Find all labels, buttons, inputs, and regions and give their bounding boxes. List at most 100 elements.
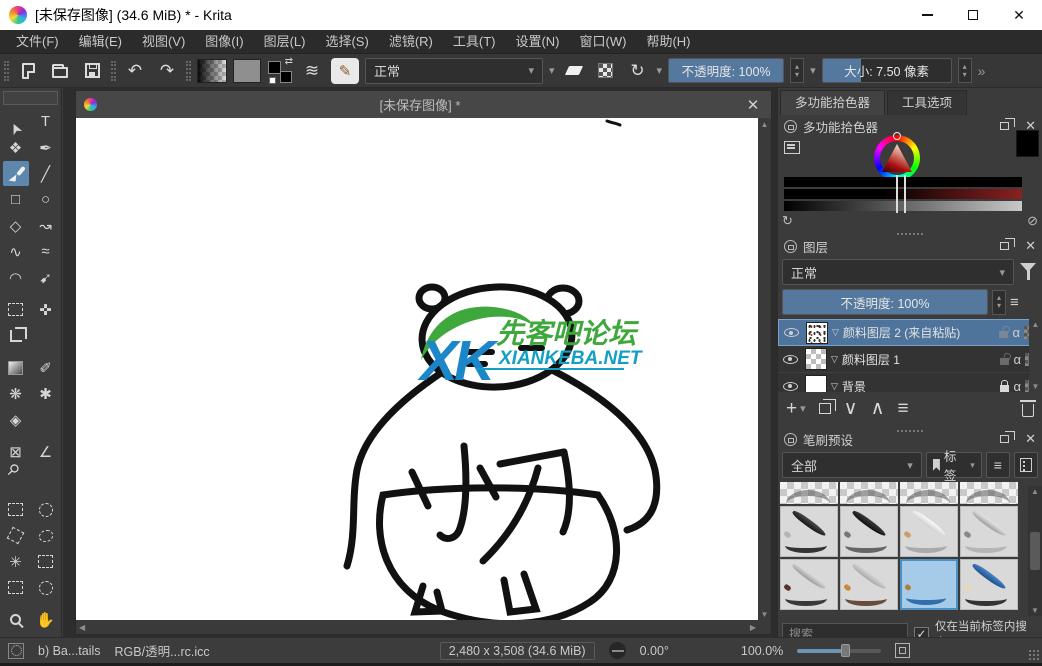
add-layer-button[interactable]: +	[786, 398, 797, 420]
scrollbar-thumb[interactable]	[1030, 532, 1040, 570]
scroll-down-icon[interactable]: ▼	[761, 610, 769, 619]
brush-preset-silver-pen[interactable]	[960, 506, 1018, 557]
edit-brush-settings-button[interactable]: ✎	[331, 57, 359, 84]
close-button[interactable]: ✕	[996, 0, 1042, 30]
float-panel-icon[interactable]	[1000, 238, 1016, 250]
similar-select-tool[interactable]: ✳	[3, 549, 29, 574]
brush-grid-scrollbar[interactable]: ▲ ▼	[1028, 486, 1042, 616]
menu-item[interactable]: 图像(I)	[195, 30, 253, 54]
redo-button[interactable]: ↷	[154, 57, 180, 85]
brush-preset-marker[interactable]	[840, 506, 898, 557]
menu-item[interactable]: 文件(F)	[6, 30, 69, 54]
horizontal-scrollbar[interactable]: ◀ ▶	[76, 620, 759, 634]
layer-thumbnail[interactable]	[805, 348, 827, 370]
brush-size-slider[interactable]: 大小: 7.50 像素	[821, 58, 952, 83]
dock-tab[interactable]: 多功能拾色器	[780, 90, 886, 115]
ellipse-select-tool[interactable]	[33, 497, 59, 522]
minimize-button[interactable]	[904, 0, 950, 30]
layer-opacity-spinbox[interactable]: ▴ ▾	[992, 289, 1006, 315]
scroll-right-icon[interactable]: ▶	[750, 623, 756, 632]
opacity-spinbox[interactable]: ▴ ▾	[790, 58, 805, 83]
polyline-tool[interactable]: ↝	[33, 213, 59, 238]
freehand-select-tool[interactable]	[33, 523, 59, 548]
dynamic-brush-tool[interactable]: ◠	[3, 265, 29, 290]
zoom-slider[interactable]	[797, 643, 882, 657]
gradient-tool[interactable]	[3, 355, 29, 380]
move-layer-down-button[interactable]: ∨	[844, 397, 858, 420]
eraser-mode-button[interactable]	[561, 57, 587, 85]
brush-preset-fineliner[interactable]	[900, 506, 958, 557]
spin-down-icon[interactable]: ▾	[795, 70, 799, 79]
calligraphy-tool[interactable]: ✒	[33, 135, 59, 160]
layer-thumbnail[interactable]	[806, 321, 828, 344]
layer-name[interactable]: 颜料图层 1	[842, 351, 997, 368]
menu-item[interactable]: 设置(N)	[505, 30, 569, 54]
subwindow-close-button[interactable]: ✕	[743, 96, 763, 114]
brush-preset-watercolor[interactable]	[900, 559, 958, 610]
blending-mode-combo[interactable]: 正常 ▾	[365, 57, 543, 84]
layer-opacity-slider[interactable]: 不透明度: 100%	[782, 289, 988, 315]
layer-row[interactable]: ▽ 背景 α	[778, 373, 1042, 392]
open-document-button[interactable]	[47, 57, 73, 85]
gradient-chooser-swatch[interactable]	[197, 58, 227, 83]
new-document-button[interactable]	[15, 57, 41, 85]
menu-item[interactable]: 滤镜(R)	[379, 30, 443, 54]
crop-tool[interactable]	[3, 323, 29, 348]
text-tool[interactable]: T	[33, 109, 59, 134]
scroll-up-icon[interactable]: ▲	[1031, 487, 1039, 496]
panel-lock-icon[interactable]	[784, 119, 797, 133]
vertical-scrollbar[interactable]: ▲ ▼	[758, 118, 771, 621]
detail-view-button[interactable]	[1013, 452, 1039, 478]
polygon-tool[interactable]: ◇	[3, 213, 29, 238]
layer-properties-button[interactable]: ≡	[897, 398, 908, 420]
menu-item[interactable]: 编辑(E)	[69, 30, 132, 54]
transform-tool[interactable]	[3, 297, 29, 322]
smart-patch-tool[interactable]: ✱	[33, 381, 59, 406]
subwindow-title-bar[interactable]: [未保存图像] * ✕	[76, 91, 771, 118]
brush-preset-ink-pen[interactable]	[780, 506, 838, 557]
layer-name[interactable]: 颜料图层 2 (来自粘贴)	[843, 324, 996, 341]
pattern-chooser-swatch[interactable]	[233, 58, 261, 83]
reload-preset-button[interactable]: ↻	[625, 57, 651, 85]
magnetic-select-tool[interactable]	[33, 575, 59, 600]
zoom-slider-thumb[interactable]	[840, 643, 850, 657]
layer-thumbnail[interactable]	[805, 375, 827, 392]
scroll-down-icon[interactable]: ▼	[1032, 382, 1040, 391]
selection-mode-icon[interactable]	[8, 642, 24, 659]
brush-preview-icon[interactable]	[608, 642, 626, 659]
freehand-path-tool[interactable]: ≈	[33, 239, 59, 264]
line-tool[interactable]: ╱	[33, 161, 59, 186]
blend-extra-dropdown[interactable]: ▾	[549, 64, 555, 77]
spin-down-icon[interactable]: ▾	[997, 302, 1001, 310]
toolbar-grip[interactable]	[111, 60, 116, 81]
panel-lock-icon[interactable]	[784, 432, 797, 446]
window-resize-grip[interactable]	[1028, 649, 1040, 661]
blocked-icon[interactable]: ⊘	[1027, 213, 1038, 229]
freehand-brush-tool[interactable]	[2, 161, 29, 186]
undo-button[interactable]: ↶	[122, 57, 148, 85]
canvas-rotation[interactable]: 0.00°	[640, 644, 669, 658]
title-bar[interactable]: [未保存图像] (34.6 MiB) * - Krita ✕	[0, 0, 1042, 30]
dock-tab[interactable]: 工具选项	[887, 90, 968, 115]
background-color-swatch[interactable]	[280, 70, 292, 83]
layer-alpha-lock-icon[interactable]: α	[1012, 325, 1020, 340]
opacity-dropdown[interactable]: ▾	[810, 64, 816, 77]
colorize-mask-tool[interactable]: ❋	[3, 381, 29, 406]
measure-tool[interactable]: ∠	[33, 439, 59, 464]
bezier-curve-tool[interactable]: ∿	[3, 239, 29, 264]
layer-blending-mode-combo[interactable]: 正常 ▾	[782, 259, 1014, 285]
reference-images-tool[interactable]: ⚲	[0, 459, 34, 495]
layer-row[interactable]: ▽ 颜料图层 2 (来自粘贴) α	[778, 319, 1042, 346]
close-panel-icon[interactable]: ✕	[1025, 431, 1036, 447]
choose-brush-preset-button[interactable]: ≋	[299, 57, 325, 85]
duplicate-layer-button[interactable]	[818, 399, 836, 414]
rect-select-tool[interactable]	[3, 497, 29, 522]
save-button[interactable]	[79, 57, 105, 85]
fg-select-tool[interactable]	[3, 575, 29, 600]
ellipse-tool[interactable]: ○	[33, 187, 59, 212]
brush-preset-blue-pencil[interactable]	[960, 559, 1018, 610]
brush-preset-paint-brush[interactable]	[780, 559, 838, 610]
layer-lock-icon[interactable]	[1000, 379, 1010, 392]
selector-settings-icon[interactable]	[784, 141, 800, 154]
toolbar-grip[interactable]	[186, 60, 191, 81]
